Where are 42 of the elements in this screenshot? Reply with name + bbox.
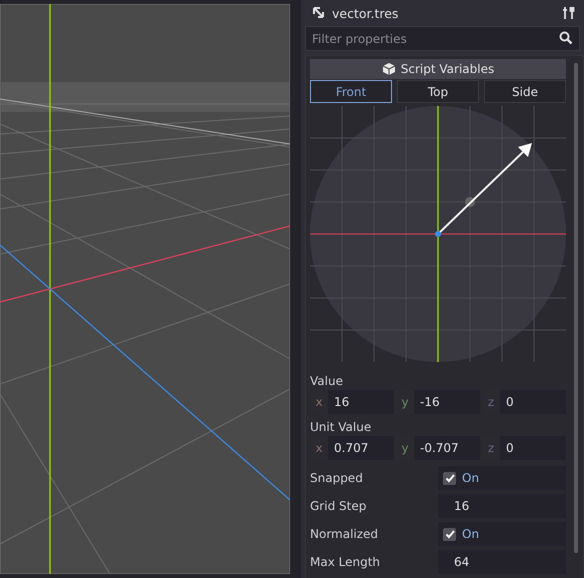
vector-field[interactable]: z 0 bbox=[482, 436, 566, 460]
axis-label: z bbox=[482, 436, 500, 460]
field-value: 0 bbox=[505, 441, 514, 455]
property-label: Grid Step bbox=[310, 499, 368, 513]
property-label: Value bbox=[310, 374, 344, 388]
property-label: Normalized bbox=[310, 527, 380, 541]
field-value: -16 bbox=[419, 395, 440, 409]
vector-field[interactable]: y -0.707 bbox=[396, 436, 480, 460]
vector-field[interactable]: y -16 bbox=[396, 390, 480, 414]
property-label: Snapped bbox=[310, 471, 364, 485]
axis-label: y bbox=[396, 390, 414, 414]
scrollbar[interactable] bbox=[574, 63, 578, 553]
property-label: Max Length bbox=[310, 555, 382, 569]
number-field[interactable]: 64 bbox=[438, 550, 566, 574]
checkbox[interactable] bbox=[443, 528, 456, 540]
toggle-field[interactable]: On bbox=[438, 466, 566, 490]
checkbox[interactable] bbox=[443, 472, 456, 484]
axis-label: z bbox=[482, 390, 500, 414]
view-tab[interactable]: Front bbox=[310, 80, 392, 103]
toggle-field[interactable]: On bbox=[438, 522, 566, 546]
cube-icon bbox=[382, 62, 396, 76]
axis-label: x bbox=[310, 436, 328, 460]
inspector-title: vector.tres bbox=[332, 6, 398, 20]
view-tab[interactable]: Side bbox=[484, 80, 566, 103]
vector-field[interactable]: x 0.707 bbox=[310, 436, 394, 460]
vector-field[interactable]: z 0 bbox=[482, 390, 566, 414]
filter-field[interactable]: Filter properties bbox=[305, 26, 580, 51]
axis-label: y bbox=[396, 436, 414, 460]
tools-icon[interactable] bbox=[562, 6, 576, 20]
property-label: Unit Value bbox=[310, 420, 372, 434]
field-value: 16 bbox=[333, 395, 350, 409]
field-value: 0 bbox=[505, 395, 514, 409]
vector-field[interactable]: x 16 bbox=[310, 390, 394, 414]
section-header[interactable]: Script Variables bbox=[310, 59, 566, 79]
field-value: -0.707 bbox=[419, 441, 459, 455]
toggle-value: On bbox=[462, 471, 480, 485]
view-tab[interactable]: Top bbox=[397, 80, 479, 103]
field-value: 0.707 bbox=[333, 441, 368, 455]
number-field[interactable]: 16 bbox=[438, 494, 566, 518]
toggle-value: On bbox=[462, 527, 480, 541]
axis-label: x bbox=[310, 390, 328, 414]
search-icon bbox=[559, 31, 573, 45]
